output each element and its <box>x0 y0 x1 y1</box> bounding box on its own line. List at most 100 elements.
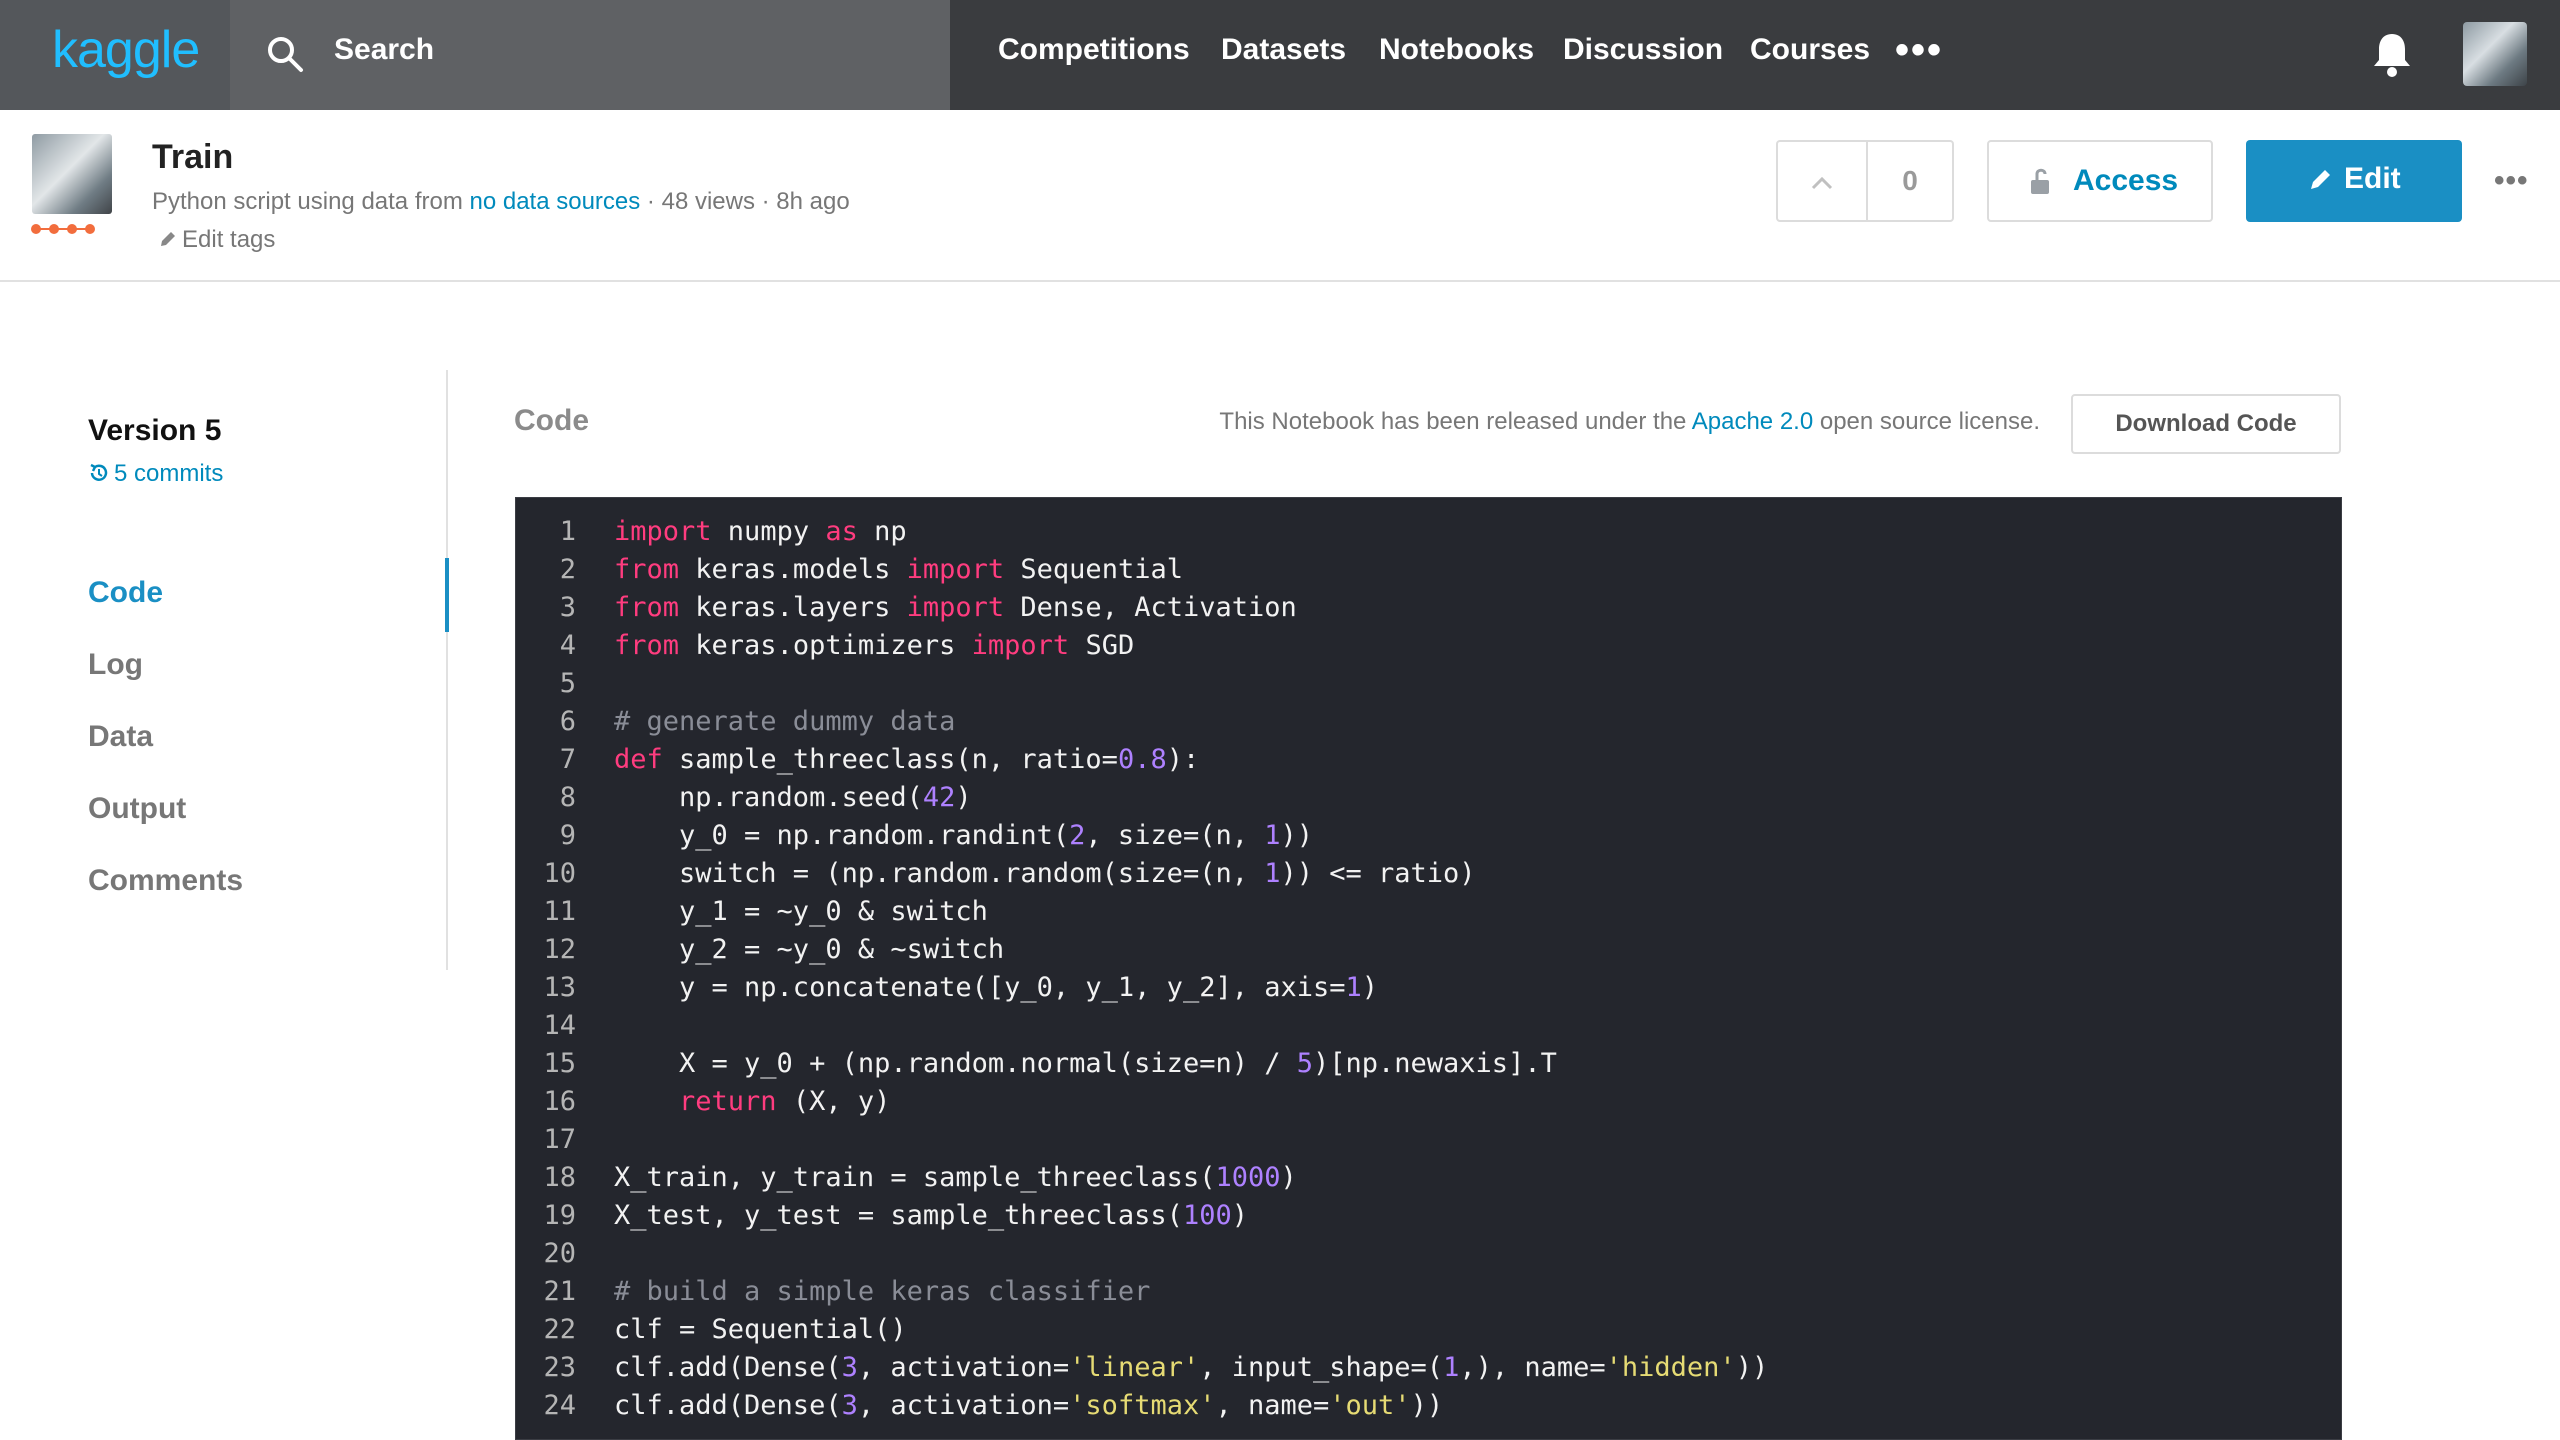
logo-area[interactable]: kaggle <box>0 0 230 110</box>
code-line: 7 def sample_threeclass(n, ratio=0.8): <box>516 744 2341 782</box>
line-number: 13 <box>543 972 576 1003</box>
user-avatar[interactable] <box>2463 22 2527 86</box>
meta-suffix: · 48 views · 8h ago <box>640 188 850 215</box>
top-navigation-bar: kaggle Search Competitions Datasets Note… <box>0 0 2560 110</box>
code-line: 15 X = y_0 + (np.random.normal(size=n) /… <box>516 1048 2341 1086</box>
code-line: 21 # build a simple keras classifier <box>516 1276 2341 1314</box>
code-text: clf = Sequential() <box>614 1314 907 1345</box>
code-line: 18 X_train, y_train = sample_threeclass(1… <box>516 1162 2341 1200</box>
edit-tags-link[interactable]: Edit tags <box>158 226 275 254</box>
access-label: Access <box>2073 164 2179 197</box>
line-number: 1 <box>559 516 576 547</box>
line-number: 17 <box>543 1124 576 1155</box>
tier-indicator-icon <box>31 224 95 234</box>
line-number: 14 <box>543 1010 576 1041</box>
commits-link[interactable]: 5 commits <box>88 460 223 488</box>
code-text: from keras.layers import Dense, Activati… <box>614 592 1297 623</box>
more-options-icon[interactable]: ••• <box>2494 164 2529 198</box>
meta-prefix: Python script using data from <box>152 188 470 215</box>
search-input[interactable]: Search <box>334 33 434 67</box>
line-number: 19 <box>543 1200 576 1231</box>
line-number: 5 <box>559 668 576 699</box>
code-text: X = y_0 + (np.random.normal(size=n) / 5)… <box>614 1048 1557 1079</box>
code-text: y_0 = np.random.randint(2, size=(n, 1)) <box>614 820 1314 851</box>
code-line: 20 <box>516 1238 2341 1276</box>
code-line: 4 from keras.optimizers import SGD <box>516 630 2341 668</box>
code-line: 13 y = np.concatenate([y_0, y_1, y_2], a… <box>516 972 2341 1010</box>
line-number: 8 <box>559 782 576 813</box>
code-line: 24 clf.add(Dense(3, activation='softmax',… <box>516 1390 2341 1428</box>
line-number: 7 <box>559 744 576 775</box>
code-text: return (X, y) <box>679 1086 891 1117</box>
code-text: import numpy as np <box>614 516 907 547</box>
license-prefix: This Notebook has been released under th… <box>1219 408 1692 435</box>
code-text: np.random.seed(42) <box>614 782 972 813</box>
notebook-title: Train <box>152 138 234 176</box>
sidebar-item-data[interactable]: Data <box>88 720 153 754</box>
line-number: 21 <box>543 1276 576 1307</box>
license-suffix: open source license. <box>1813 408 2040 435</box>
code-text: # generate dummy data <box>614 706 956 737</box>
code-text: y_1 = ~y_0 & switch <box>614 896 988 927</box>
nav-link-competitions[interactable]: Competitions <box>998 33 1190 67</box>
version-label: Version 5 <box>88 414 222 447</box>
code-line: 9 y_0 = np.random.randint(2, size=(n, 1)… <box>516 820 2341 858</box>
code-line: 5 <box>516 668 2341 706</box>
code-viewer[interactable]: 1 import numpy as np 2 from keras.models im… <box>515 497 2342 1440</box>
code-text: clf.add(Dense(3, activation='linear', in… <box>614 1352 1769 1383</box>
line-number: 20 <box>543 1238 576 1269</box>
code-line: 1 import numpy as np <box>516 516 2341 554</box>
nav-link-datasets[interactable]: Datasets <box>1221 33 1346 67</box>
line-number: 24 <box>543 1390 576 1421</box>
section-heading: Code <box>514 404 589 437</box>
code-text: X_test, y_test = sample_threeclass(100) <box>614 1200 1248 1231</box>
search-icon[interactable] <box>265 34 305 74</box>
line-number: 12 <box>543 934 576 965</box>
edit-label: Edit <box>2344 162 2401 195</box>
line-number: 23 <box>543 1352 576 1383</box>
line-number: 2 <box>559 554 576 585</box>
chevron-up-icon <box>1811 176 1833 189</box>
code-line: 17 <box>516 1124 2341 1162</box>
notification-bell-icon[interactable] <box>2370 30 2414 78</box>
nav-more-icon[interactable]: ••• <box>1895 28 1943 73</box>
active-tab-indicator <box>445 558 449 632</box>
code-text: from keras.optimizers import SGD <box>614 630 1135 661</box>
code-line: 2 from keras.models import Sequential <box>516 554 2341 592</box>
sidebar-item-code[interactable]: Code <box>88 576 163 610</box>
sidebar-item-comments[interactable]: Comments <box>88 864 243 898</box>
edit-button[interactable]: Edit <box>2246 140 2462 222</box>
upvote-button[interactable] <box>1778 142 1868 220</box>
notebook-header: Train Python script using data from no d… <box>0 110 2560 282</box>
author-avatar[interactable] <box>32 134 112 214</box>
pencil-icon <box>2311 170 2330 189</box>
sidebar-item-log[interactable]: Log <box>88 648 143 682</box>
kaggle-logo[interactable]: kaggle <box>52 20 200 80</box>
line-number: 16 <box>543 1086 576 1117</box>
code-line: 8 np.random.seed(42) <box>516 782 2341 820</box>
license-notice: This Notebook has been released under th… <box>1219 408 2040 436</box>
pencil-icon <box>161 232 175 246</box>
sidebar-item-output[interactable]: Output <box>88 792 186 826</box>
line-number: 22 <box>543 1314 576 1345</box>
data-sources-link[interactable]: no data sources <box>469 188 640 215</box>
history-icon <box>90 463 108 481</box>
code-text: y_2 = ~y_0 & ~switch <box>614 934 1005 965</box>
code-text: switch = (np.random.random(size=(n, 1)) … <box>614 858 1476 889</box>
code-line: 11 y_1 = ~y_0 & switch <box>516 896 2341 934</box>
nav-link-notebooks[interactable]: Notebooks <box>1379 33 1534 67</box>
line-number: 18 <box>543 1162 576 1193</box>
line-number: 11 <box>543 896 576 927</box>
download-code-button[interactable]: Download Code <box>2071 394 2341 454</box>
code-line: 16 return (X, y) <box>516 1086 2341 1124</box>
nav-link-courses[interactable]: Courses <box>1750 33 1870 67</box>
code-text: y = np.concatenate([y_0, y_1, y_2], axis… <box>614 972 1379 1003</box>
license-link[interactable]: Apache 2.0 <box>1692 408 1813 435</box>
nav-link-discussion[interactable]: Discussion <box>1563 33 1723 67</box>
sidebar-divider <box>446 370 448 970</box>
code-line: 23 clf.add(Dense(3, activation='linear', … <box>516 1352 2341 1390</box>
code-line: 6 # generate dummy data <box>516 706 2341 744</box>
vote-widget: 0 <box>1776 140 1954 222</box>
code-text: def sample_threeclass(n, ratio=0.8): <box>614 744 1200 775</box>
access-button[interactable]: Access <box>1987 140 2213 222</box>
